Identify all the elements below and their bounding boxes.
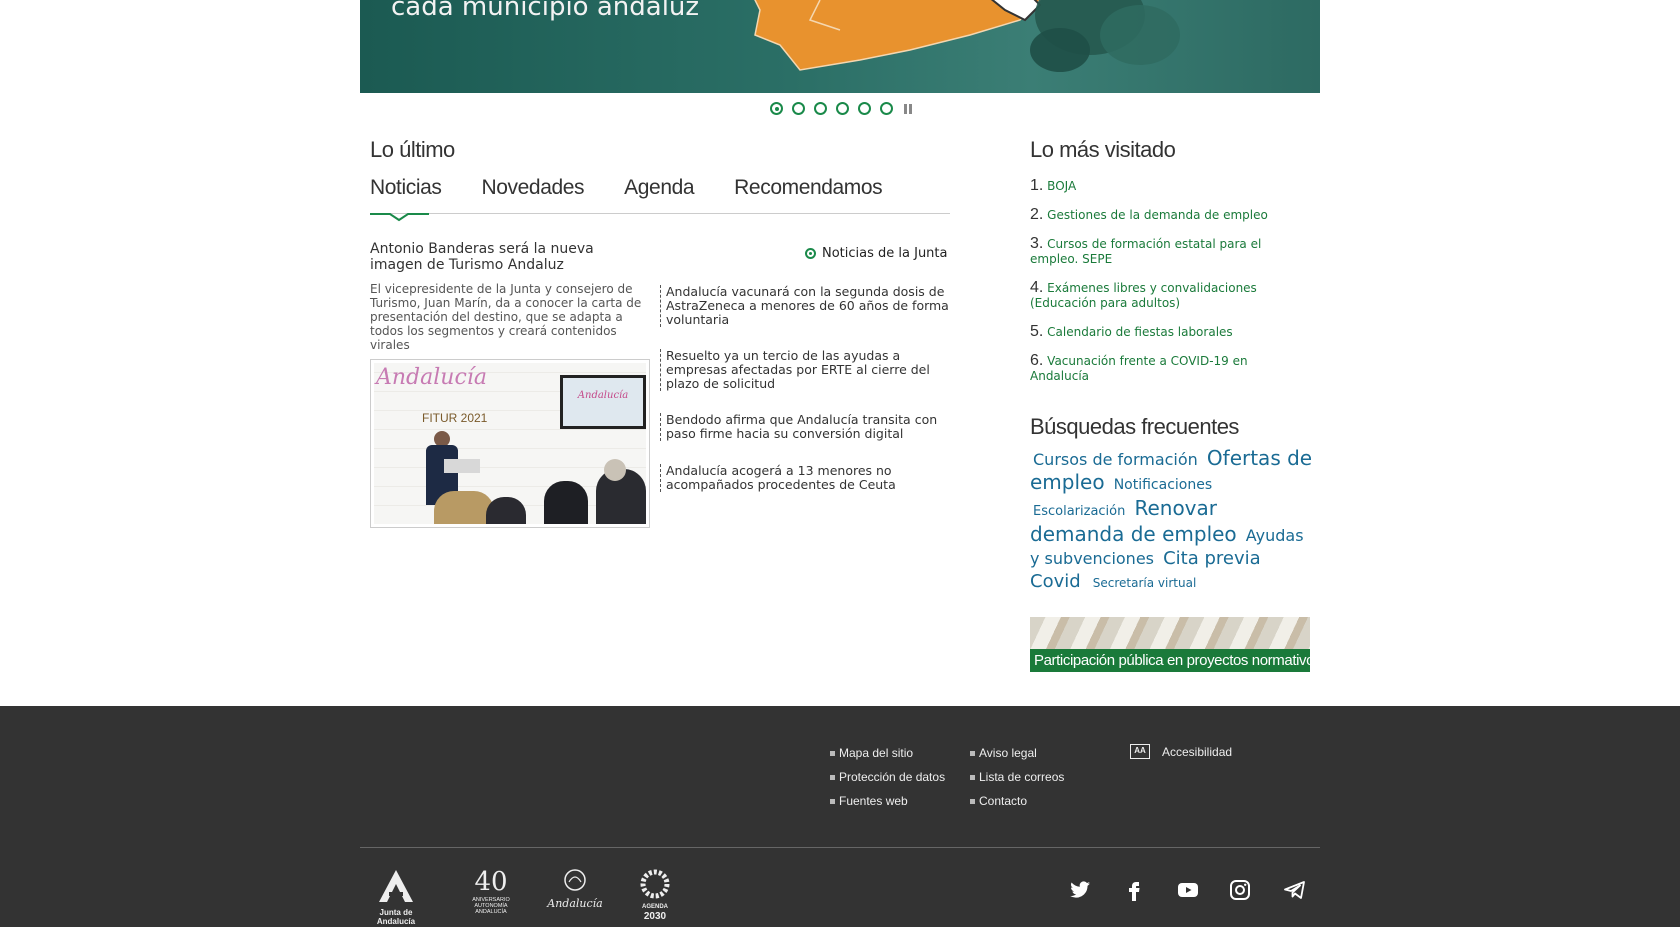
andalucia-brand-text: Andalucía	[376, 365, 487, 390]
tag-link[interactable]: Escolarización	[1033, 504, 1125, 519]
list-item[interactable]: 6. Vacunación frente a COVID-19 en Andal…	[1030, 353, 1290, 384]
agenda-2030-logo: AGENDA 2030	[635, 869, 675, 922]
noticias-junta-link[interactable]: Noticias de la Junta	[805, 246, 948, 261]
lo-ultimo-title: Lo último	[370, 137, 455, 162]
andalucia-map-graphic	[754, 0, 1180, 72]
list-item[interactable]: 3. Cursos de formación estatal para el e…	[1030, 236, 1290, 267]
footer-link-lista-correos[interactable]: Lista de correos	[970, 770, 1064, 784]
news-item[interactable]: Bendodo afirma que Andalucía transita co…	[660, 413, 950, 441]
tab-noticias[interactable]: Noticias	[370, 176, 442, 200]
aniversario-logo: 40 ANIVERSARIO AUTONOMÍA ANDALUCÍA	[472, 867, 510, 915]
featured-news-description: El vicepresidente de la Junta y consejer…	[370, 282, 642, 352]
carousel-dot-6[interactable]	[880, 102, 893, 115]
carousel-dot-2[interactable]	[792, 102, 805, 115]
active-tab-indicator	[370, 213, 429, 222]
news-item[interactable]: Andalucía acogerá a 13 menores no acompa…	[660, 464, 950, 492]
tab-agenda[interactable]: Agenda	[624, 176, 694, 200]
carousel-dot-4[interactable]	[836, 102, 849, 115]
presentation-screen: Andalucía	[560, 375, 646, 429]
tag-cloud: Cursos de formación Ofertas de empleo No…	[1030, 447, 1315, 595]
list-item[interactable]: 5. Calendario de fiestas laborales	[1030, 324, 1290, 340]
andalucia-logo: Andalucía	[540, 868, 610, 910]
hero-carousel[interactable]: cada municipio andaluz	[360, 0, 1320, 93]
instagram-icon[interactable]	[1228, 878, 1252, 902]
junta-andalucia-logo[interactable]: Junta de Andalucía	[360, 870, 432, 926]
circle-icon	[805, 248, 816, 259]
news-item[interactable]: Resuelto ya un tercio de las ayudas a em…	[660, 349, 950, 391]
tab-divider	[370, 213, 950, 214]
footer-link-proteccion[interactable]: Protección de datos	[830, 770, 945, 784]
junta-logo-icon	[379, 870, 413, 902]
hero-caption: cada municipio andaluz	[391, 0, 700, 22]
featured-news-image[interactable]: Andalucía FITUR 2021 Andalucía	[370, 359, 650, 528]
tag-link[interactable]: Covid	[1030, 571, 1081, 592]
footer-link-contacto[interactable]: Contacto	[970, 794, 1027, 808]
facebook-icon[interactable]	[1122, 878, 1146, 902]
agenda-wheel-icon	[640, 869, 670, 899]
tab-recomendamos[interactable]: Recomendamos	[734, 176, 883, 200]
tag-link[interactable]: Cursos de formación	[1033, 450, 1198, 469]
footer: Mapa del sitio Protección de datos Fuent…	[0, 706, 1680, 927]
news-tabs: Noticias Novedades Agenda Recomendamos	[370, 176, 883, 200]
list-item[interactable]: 4. Exámenes libres y convalidaciones (Ed…	[1030, 280, 1290, 311]
list-item[interactable]: 1. BOJA	[1030, 178, 1290, 194]
footer-link-mapa[interactable]: Mapa del sitio	[830, 746, 913, 760]
carousel-dots	[770, 102, 912, 115]
footer-link-aviso-legal[interactable]: Aviso legal	[970, 746, 1037, 760]
news-item[interactable]: Andalucía vacunará con la segunda dosis …	[660, 285, 950, 327]
busquedas-title: Búsquedas frecuentes	[1030, 414, 1239, 439]
featured-news-title[interactable]: Antonio Banderas será la nueva imagen de…	[370, 241, 640, 273]
carousel-dot-5[interactable]	[858, 102, 871, 115]
pause-icon[interactable]	[904, 103, 912, 114]
youtube-icon[interactable]	[1176, 878, 1200, 902]
tag-link[interactable]: Notificaciones	[1114, 477, 1212, 493]
footer-link-accesibilidad[interactable]: AA Accesibilidad	[1130, 744, 1232, 759]
participacion-label: Participación pública en proyectos norma…	[1030, 649, 1310, 672]
fitur-text: FITUR 2021	[422, 411, 488, 425]
tab-novedades[interactable]: Novedades	[482, 176, 585, 200]
mas-visitado-title: Lo más visitado	[1030, 137, 1176, 162]
carousel-dot-1[interactable]	[770, 102, 783, 115]
twitter-icon[interactable]	[1068, 878, 1092, 902]
telegram-icon[interactable]	[1283, 878, 1307, 902]
tag-link[interactable]: Secretaría virtual	[1093, 576, 1197, 590]
noticias-junta-label: Noticias de la Junta	[822, 246, 948, 261]
participacion-banner[interactable]: Participación pública en proyectos norma…	[1030, 617, 1310, 672]
accessibility-icon: AA	[1130, 744, 1150, 759]
footer-link-fuentes[interactable]: Fuentes web	[830, 794, 908, 808]
puzzle-photo	[1030, 617, 1310, 650]
carousel-dot-3[interactable]	[814, 102, 827, 115]
tag-link[interactable]: Cita previa	[1163, 548, 1261, 569]
list-item[interactable]: 2. Gestiones de la demanda de empleo	[1030, 207, 1290, 223]
footer-divider	[360, 847, 1320, 848]
